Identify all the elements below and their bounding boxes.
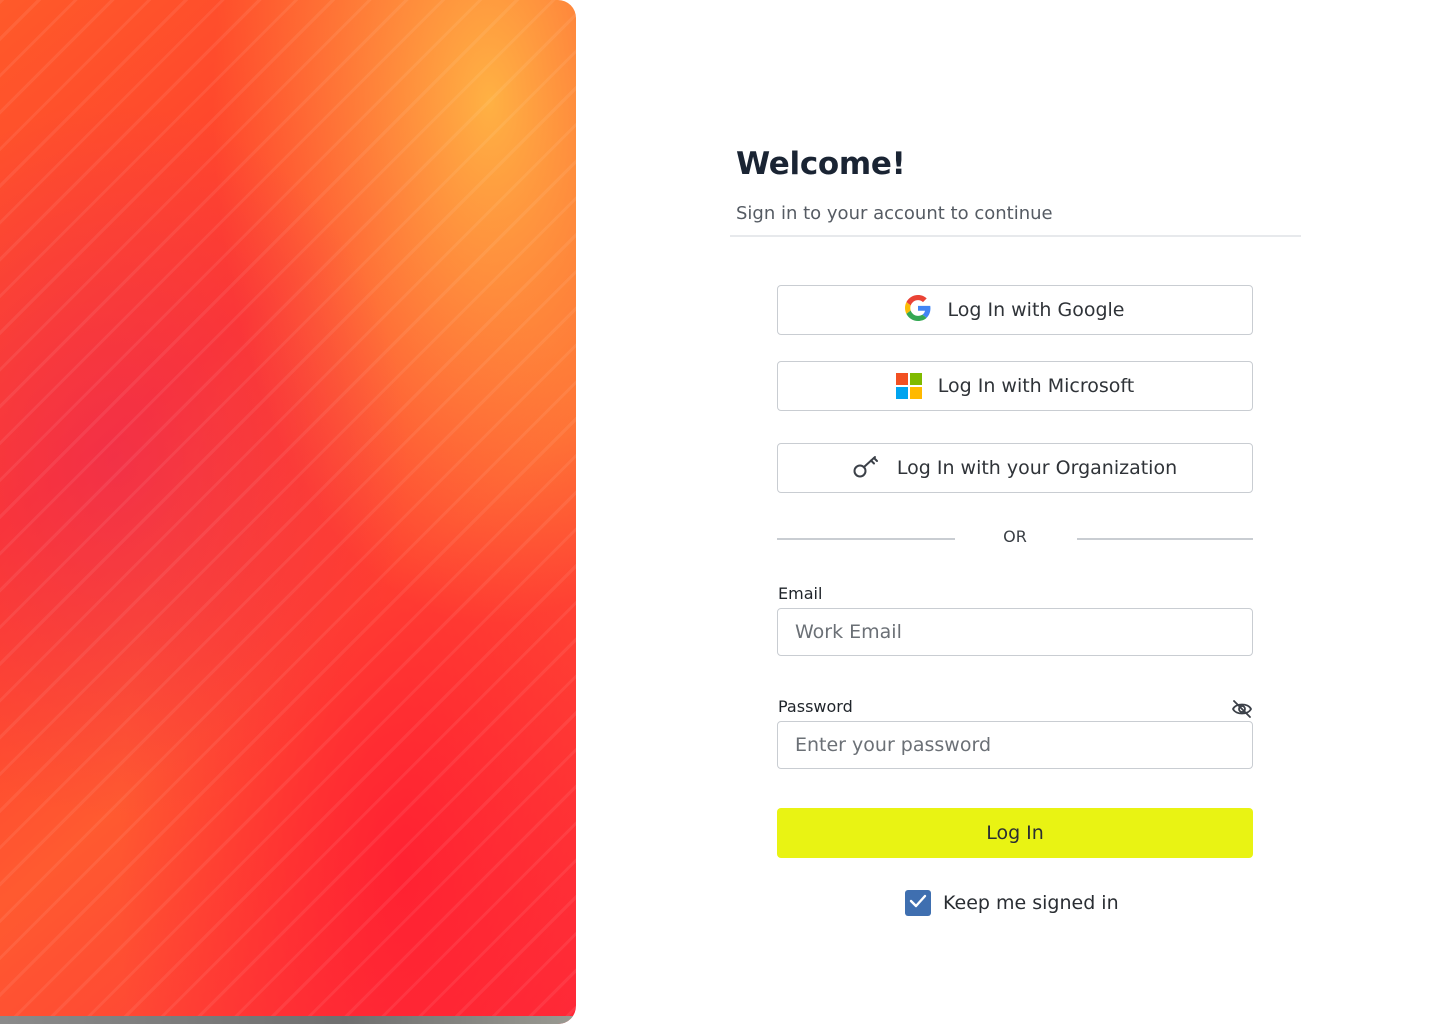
or-divider-line-right <box>1077 538 1253 540</box>
eye-off-icon <box>1231 699 1253 723</box>
password-label: Password <box>778 697 853 716</box>
google-icon <box>905 295 931 325</box>
microsoft-login-label: Log In with Microsoft <box>937 375 1135 397</box>
keep-signed-in-option[interactable]: Keep me signed in <box>905 888 1119 918</box>
checkmark-icon <box>909 893 927 913</box>
microsoft-icon <box>895 373 922 399</box>
email-label: Email <box>778 584 823 603</box>
keep-signed-in-label: Keep me signed in <box>943 892 1119 914</box>
login-button[interactable]: Log In <box>777 808 1253 858</box>
google-login-button[interactable]: Log In with Google <box>777 285 1253 335</box>
or-divider: OR <box>777 526 1253 550</box>
email-field[interactable] <box>777 608 1253 656</box>
keep-signed-in-checkbox[interactable] <box>905 890 931 916</box>
organization-login-label: Log In with your Organization <box>896 457 1178 479</box>
page-subtitle: Sign in to your account to continue <box>736 203 1053 224</box>
organization-login-button[interactable]: Log In with your Organization <box>777 443 1253 493</box>
key-icon <box>853 453 881 483</box>
google-login-label: Log In with Google <box>947 299 1125 321</box>
password-visibility-toggle[interactable] <box>1230 700 1254 722</box>
header-divider <box>730 235 1301 237</box>
hero-image <box>0 0 576 1024</box>
microsoft-login-button[interactable]: Log In with Microsoft <box>777 361 1253 411</box>
hero-image-bottom-strip <box>0 1016 576 1024</box>
page-title: Welcome! <box>736 146 906 182</box>
or-divider-text: OR <box>1003 527 1027 546</box>
password-field[interactable] <box>777 721 1253 769</box>
